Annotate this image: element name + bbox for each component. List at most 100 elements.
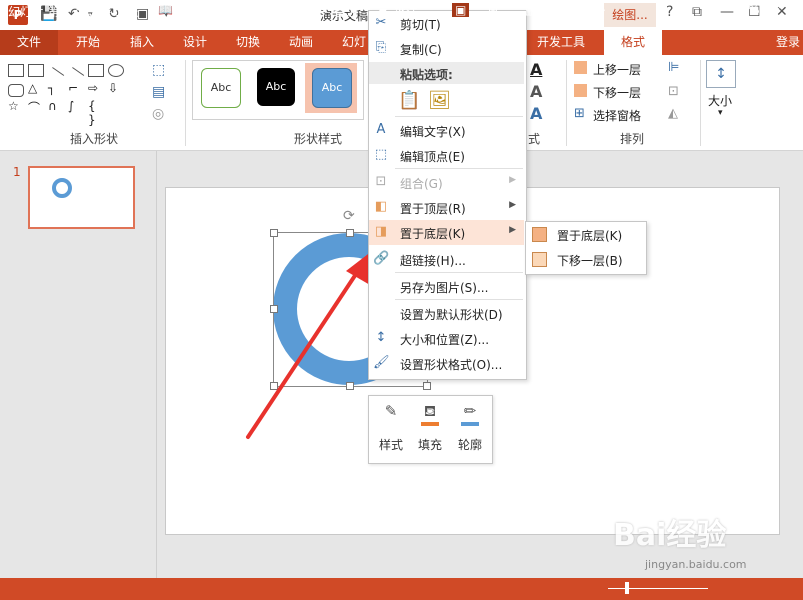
bring-forward-button[interactable]: 上移一层 <box>593 61 641 78</box>
resize-handle[interactable] <box>270 229 278 237</box>
format-shape-icon: 🖌 <box>373 355 390 370</box>
zoom-slider-thumb[interactable] <box>625 582 629 594</box>
fit-to-window-icon[interactable]: ⤢ <box>772 3 782 18</box>
size-position-icon: ↕ <box>375 330 387 345</box>
textbox-shape-icon[interactable] <box>8 64 24 77</box>
menu-item-cut[interactable]: ✂ 剪切(T) <box>369 11 524 36</box>
tab-slideshow[interactable]: 幻灯 <box>342 30 366 55</box>
resize-handle[interactable] <box>423 382 431 390</box>
drawing-tools-header: 绘图... <box>604 3 656 27</box>
minimize-icon[interactable]: — <box>720 4 734 20</box>
resize-handle[interactable] <box>346 229 354 237</box>
elbow-connector-shape-icon[interactable]: ┐ <box>48 81 62 95</box>
send-backward-icon[interactable] <box>574 84 587 97</box>
menu-item-group[interactable]: ⊡ 组合(G) ▶ <box>369 170 524 195</box>
slide-sorter-icon[interactable]: ⊞ <box>488 3 498 17</box>
zoom-level[interactable]: 48% <box>733 3 760 17</box>
menu-item-send-to-back[interactable]: ◨ 置于底层(K) ▶ <box>369 220 524 245</box>
oval-shape-icon[interactable] <box>108 64 124 77</box>
tab-home[interactable]: 开始 <box>76 30 100 55</box>
size-button[interactable]: 大小 <box>708 92 732 109</box>
tab-transitions[interactable]: 切换 <box>236 30 260 55</box>
menu-item-size-and-position[interactable]: ↕ 大小和位置(Z)... <box>369 326 524 351</box>
menu-item-edit-text[interactable]: A 编辑文字(X) <box>369 118 524 143</box>
menu-item-copy[interactable]: ⎘ 复制(C) <box>369 36 524 61</box>
align-icon[interactable]: ⊫ <box>668 60 679 75</box>
submenu-arrow-icon: ▶ <box>509 225 516 235</box>
brace-shape-icon[interactable]: { } <box>88 99 102 127</box>
rotate-handle-icon[interactable]: ⟳ <box>343 208 355 224</box>
send-to-back-icon: ◨ <box>374 224 388 239</box>
arc-shape-icon[interactable]: ⌒ <box>28 101 42 115</box>
bring-forward-icon[interactable] <box>574 61 587 74</box>
zoom-out-icon[interactable]: − <box>596 3 606 17</box>
text-box-icon[interactable]: ▤ <box>152 84 165 100</box>
style-preview-dark[interactable]: Abc <box>257 68 295 106</box>
text-fill-icon[interactable]: A <box>530 60 542 79</box>
menu-item-format-shape[interactable]: 🖌 设置形状格式(O)... <box>369 351 524 376</box>
tab-format[interactable]: 格式 <box>604 30 662 55</box>
paste-keep-format-icon[interactable]: 📋 <box>398 90 420 112</box>
group-icon: ⊡ <box>375 174 387 189</box>
selection-pane-button[interactable]: 选择窗格 <box>593 107 641 124</box>
right-arrow-shape-icon[interactable]: ⇨ <box>88 81 102 95</box>
menu-item-bring-to-front[interactable]: ◧ 置于顶层(R) ▶ <box>369 195 524 220</box>
style-preview-outline[interactable]: Abc <box>201 68 241 108</box>
submenu-item-send-backward[interactable]: 下移一层(B) <box>526 247 644 272</box>
down-arrow-shape-icon[interactable]: ⇩ <box>108 81 122 95</box>
tab-developer[interactable]: 开发工具 <box>537 30 585 55</box>
comments-button[interactable]: 批注 <box>394 3 418 20</box>
bring-to-front-icon: ◧ <box>374 199 388 214</box>
menu-separator <box>395 116 523 117</box>
merge-shapes-icon[interactable]: ◎ <box>152 106 164 122</box>
submenu-item-send-to-back[interactable]: 置于底层(K) <box>526 222 644 247</box>
login-link[interactable]: 登录 <box>776 30 800 55</box>
rectangle-shape-icon[interactable] <box>88 64 104 77</box>
elbow-arrow-connector-shape-icon[interactable]: ⌐ <box>68 81 82 95</box>
curve-shape-icon[interactable]: ∩ <box>48 99 62 113</box>
zoom-in-icon[interactable]: + <box>710 3 720 17</box>
reading-view-icon[interactable]: ▥ <box>525 3 536 17</box>
slide-thumbnail[interactable] <box>28 166 135 229</box>
rounded-rectangle-shape-icon[interactable] <box>8 84 24 97</box>
tab-file[interactable]: 文件 <box>0 30 58 55</box>
tab-animations[interactable]: 动画 <box>289 30 313 55</box>
shapes-gallery[interactable]: △ ┐ ⌐ ⇨ ⇩ ☆ ⌒ ∩ ∫ { } <box>6 62 126 127</box>
slide-count-status: 幻灯片 第 1 张，共 1 张 <box>8 5 139 19</box>
spell-check-icon[interactable]: 📖 <box>158 3 173 17</box>
size-icon[interactable]: ↕ <box>706 60 736 88</box>
menu-item-hyperlink[interactable]: 🔗 超链接(H)... <box>369 247 524 272</box>
menu-item-edit-points[interactable]: ⬚ 编辑顶点(E) <box>369 143 524 168</box>
freeform-shape-icon[interactable]: ∫ <box>68 99 82 113</box>
vertical-textbox-shape-icon[interactable] <box>28 64 44 77</box>
rotate-icon[interactable]: ◭ <box>668 106 678 121</box>
language-status[interactable]: 中文(中国) <box>190 3 247 20</box>
mini-style-button[interactable]: ✎ 样式 <box>372 397 410 457</box>
zoom-slider-track[interactable] <box>608 588 708 589</box>
normal-view-icon[interactable]: ▣ <box>452 3 470 17</box>
size-dropdown-icon[interactable]: ▾ <box>718 108 723 118</box>
status-bar <box>0 578 803 600</box>
menu-item-set-default-shape[interactable]: 设置为默认形状(D) <box>369 301 524 326</box>
mini-outline-button[interactable]: ✏ 轮廓 <box>451 397 489 457</box>
tab-insert[interactable]: 插入 <box>130 30 154 55</box>
notes-icon: ≗ <box>318 3 329 17</box>
notes-button[interactable]: 备注 <box>334 3 358 20</box>
triangle-shape-icon[interactable]: △ <box>28 81 42 95</box>
ribbon-display-icon[interactable]: ⧉ <box>692 4 702 20</box>
text-effects-icon[interactable]: A <box>530 104 542 123</box>
send-backward-button[interactable]: 下移一层 <box>593 84 641 101</box>
star-shape-icon[interactable]: ☆ <box>8 99 22 113</box>
menu-item-save-as-picture[interactable]: 另存为图片(S)... <box>369 274 524 299</box>
group-objects-icon[interactable]: ⊡ <box>668 84 679 99</box>
selection-pane-icon[interactable]: ⊞ <box>574 106 585 121</box>
slideshow-view-icon[interactable]: ⊤ <box>563 3 573 17</box>
mini-fill-button[interactable]: ⛾ 填充 <box>411 397 449 457</box>
style-preview-blue[interactable]: Abc <box>312 68 352 108</box>
paste-as-picture-icon[interactable]: 🖼 <box>428 90 451 112</box>
edit-shape-icon[interactable]: ⬚ <box>152 62 165 78</box>
help-icon[interactable]: ? <box>666 4 673 20</box>
tab-design[interactable]: 设计 <box>183 30 207 55</box>
text-outline-icon[interactable]: A <box>530 82 542 101</box>
outline-pen-icon: ✏ <box>463 402 477 420</box>
